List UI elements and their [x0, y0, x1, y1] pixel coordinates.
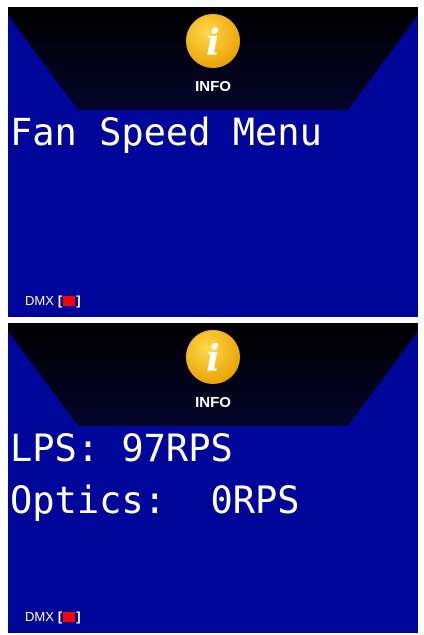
menu-title: Fan Speed Menu [10, 111, 322, 154]
info-label: INFO [195, 78, 231, 95]
dmx-status: DMX [ ] [25, 609, 81, 624]
info-label: INFO [195, 394, 231, 411]
dmx-close-bracket: ] [76, 293, 81, 308]
lps-speed-readout: LPS: 97RPS [10, 427, 233, 470]
svg-text:i: i [206, 338, 220, 380]
dmx-label: DMX [25, 293, 54, 308]
display-screen-fan-speeds: i INFO LPS: 97RPS Optics: 0RPS DMX [ ] [8, 323, 418, 633]
dmx-indicator-icon [63, 611, 76, 622]
dmx-label: DMX [25, 609, 54, 624]
info-icon: i [186, 330, 240, 384]
info-icon: i [186, 14, 240, 68]
display-screen-fan-speed-menu: i INFO Fan Speed Menu DMX [ ] [8, 7, 418, 317]
dmx-status: DMX [ ] [25, 293, 81, 308]
dmx-open-bracket: [ [57, 293, 63, 308]
dmx-close-bracket: ] [76, 609, 81, 624]
optics-speed-readout: Optics: 0RPS [10, 479, 300, 522]
dmx-indicator-icon [63, 295, 76, 306]
dmx-open-bracket: [ [57, 609, 63, 624]
svg-text:i: i [206, 22, 220, 64]
